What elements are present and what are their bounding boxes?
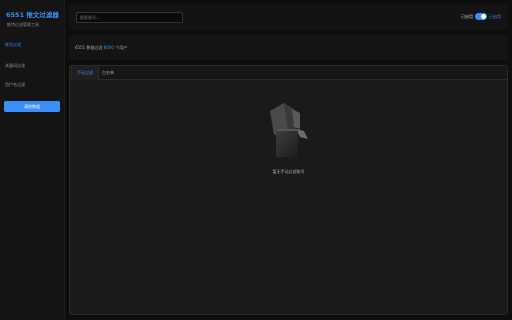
sidebar: 6551 推文过滤器 推特过滤管理工具 账号过滤 关键词过滤 用户名过滤 清除数… xyxy=(0,0,65,320)
app-title: 6551 推文过滤器 xyxy=(6,11,59,19)
tab-whitelist[interactable]: 白名单 xyxy=(97,66,119,80)
tab-bar: 手动过滤 白名单 xyxy=(70,66,507,80)
info-bar: 6551 数据过滤 8000 个用户 xyxy=(69,35,508,60)
empty-box-icon xyxy=(270,103,308,157)
clear-data-button[interactable]: 清除数据 xyxy=(4,101,60,112)
user-count: 8000 xyxy=(103,45,114,50)
filter-summary: 6551 数据过滤 8000 个用户 xyxy=(75,45,127,51)
enable-toggle[interactable] xyxy=(475,13,487,20)
top-bar: 已启用 已启用 xyxy=(69,4,508,30)
toggle-status-label: 已启用 xyxy=(489,13,501,19)
tab-manual-filter[interactable]: 手动过滤 xyxy=(71,66,99,80)
sidebar-item-username-filter[interactable]: 用户名过滤 xyxy=(5,80,25,90)
sidebar-item-account-filter[interactable]: 账号过滤 xyxy=(5,40,21,50)
main-panel: 手动过滤 白名单 暂无手动过滤账号 xyxy=(69,65,508,315)
search-input[interactable] xyxy=(76,12,183,23)
app-subtitle: 推特过滤管理工具 xyxy=(7,22,39,27)
empty-state-text: 暂无手动过滤账号 xyxy=(272,169,305,174)
toggle-label: 已启用 xyxy=(461,13,473,19)
summary-prefix: 6551 数据过滤 xyxy=(75,45,104,50)
enable-toggle-group: 已启用 已启用 xyxy=(461,13,501,20)
sidebar-item-keyword-filter[interactable]: 关键词过滤 xyxy=(5,61,25,71)
summary-suffix: 个用户 xyxy=(113,45,128,50)
toggle-knob xyxy=(481,14,486,19)
